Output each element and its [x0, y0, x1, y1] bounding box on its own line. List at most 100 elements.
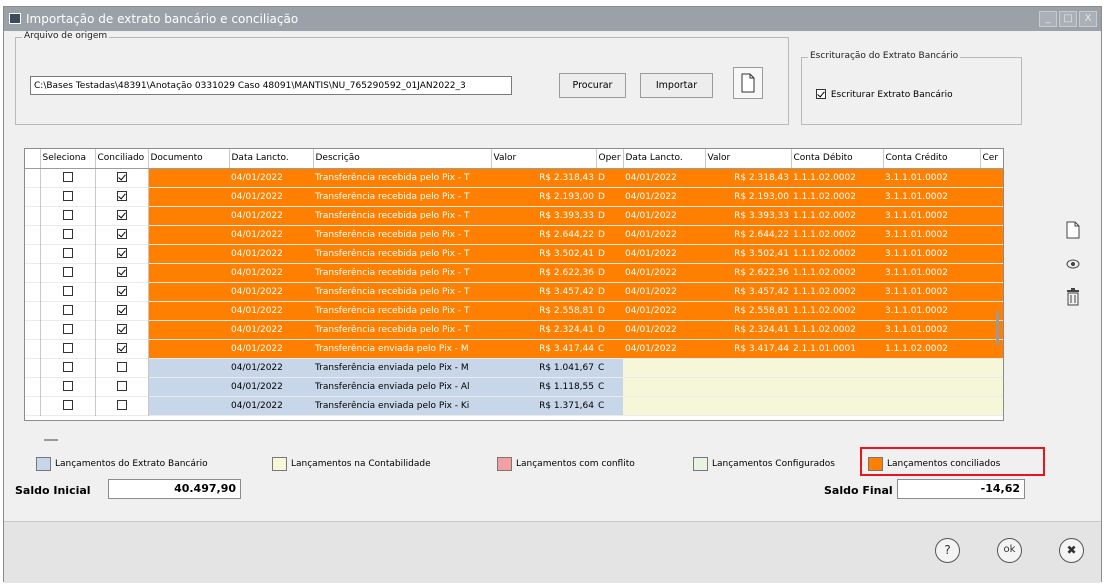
cancel-button[interactable]: ✖	[1059, 538, 1084, 563]
select-cell[interactable]	[40, 225, 96, 245]
conciliado-cell[interactable]	[95, 168, 149, 188]
column-header[interactable]: Cer	[980, 149, 1003, 169]
select-checkbox[interactable]	[62, 343, 73, 354]
column-header[interactable]: Valor	[705, 149, 792, 169]
table-row[interactable]: 04/01/2022 Transferência recebida pelo Pi…	[25, 225, 1003, 245]
select-cell[interactable]	[40, 168, 96, 188]
select-checkbox[interactable]	[62, 172, 73, 183]
conciliado-checkbox[interactable]	[116, 248, 127, 259]
row-indicator[interactable]	[25, 225, 41, 245]
column-header[interactable]: Conciliado	[95, 149, 149, 169]
escriturar-checkbox[interactable]	[816, 89, 826, 99]
row-indicator[interactable]	[25, 282, 41, 302]
select-cell[interactable]	[40, 320, 96, 340]
conciliado-cell[interactable]	[95, 320, 149, 340]
import-button[interactable]: Importar	[640, 73, 713, 98]
title-bar[interactable]: Importação de extrato bancário e concili…	[4, 7, 1101, 31]
table-row[interactable]: 04/01/2022 Transferência recebida pelo Pi…	[25, 301, 1003, 321]
conciliado-checkbox[interactable]	[116, 191, 127, 202]
conciliado-cell[interactable]	[95, 282, 149, 302]
select-cell[interactable]	[40, 301, 96, 321]
conciliado-cell[interactable]	[95, 263, 149, 283]
select-checkbox[interactable]	[62, 324, 73, 335]
select-checkbox[interactable]	[62, 191, 73, 202]
ok-button[interactable]: ok	[997, 538, 1022, 563]
new-icon[interactable]	[1066, 221, 1080, 239]
minimize-button[interactable]: _	[1039, 11, 1057, 27]
column-header[interactable]: Oper	[596, 149, 624, 169]
column-header[interactable]: Documento	[148, 149, 230, 169]
select-cell[interactable]	[40, 187, 96, 207]
select-cell[interactable]	[40, 339, 96, 359]
row-indicator[interactable]	[25, 339, 41, 359]
help-button[interactable]: ?	[935, 538, 960, 563]
conciliado-cell[interactable]	[95, 377, 149, 397]
conciliado-checkbox[interactable]	[116, 210, 127, 221]
select-checkbox[interactable]	[62, 305, 73, 316]
row-indicator[interactable]	[25, 320, 41, 340]
select-cell[interactable]	[40, 358, 96, 378]
select-checkbox[interactable]	[62, 248, 73, 259]
conciliado-checkbox[interactable]	[116, 362, 127, 373]
conciliado-cell[interactable]	[95, 358, 149, 378]
select-cell[interactable]	[40, 282, 96, 302]
conciliado-cell[interactable]	[95, 396, 149, 416]
table-row[interactable]: 04/01/2022 Transferência recebida pelo Pi…	[25, 263, 1003, 283]
trash-icon[interactable]	[1066, 288, 1080, 306]
select-checkbox[interactable]	[62, 381, 73, 392]
table-row[interactable]: 04/01/2022 Transferência enviada pelo Pix…	[25, 339, 1003, 359]
select-cell[interactable]	[40, 377, 96, 397]
select-checkbox[interactable]	[62, 362, 73, 373]
row-indicator[interactable]	[25, 187, 41, 207]
column-header[interactable]: Conta Débito	[791, 149, 884, 169]
table-row[interactable]: 04/01/2022 Transferência enviada pelo Pix…	[25, 358, 1003, 378]
conciliado-checkbox[interactable]	[116, 172, 127, 183]
select-checkbox[interactable]	[62, 400, 73, 411]
new-document-button[interactable]	[733, 67, 763, 99]
row-indicator[interactable]	[25, 301, 41, 321]
conciliado-cell[interactable]	[95, 244, 149, 264]
select-checkbox[interactable]	[62, 229, 73, 240]
conciliado-checkbox[interactable]	[116, 400, 127, 411]
escriturar-option[interactable]: Escriturar Extrato Bancário	[816, 89, 953, 100]
column-header[interactable]: Descrição	[313, 149, 492, 169]
row-indicator[interactable]	[25, 377, 41, 397]
vertical-scrollbar-thumb[interactable]	[996, 311, 999, 345]
conciliado-checkbox[interactable]	[116, 343, 127, 354]
select-cell[interactable]	[40, 263, 96, 283]
row-indicator[interactable]	[25, 244, 41, 264]
table-row[interactable]: 04/01/2022 Transferência recebida pelo Pi…	[25, 244, 1003, 264]
row-indicator[interactable]	[25, 206, 41, 226]
table-row[interactable]: 04/01/2022 Transferência recebida pelo Pi…	[25, 282, 1003, 302]
conciliado-cell[interactable]	[95, 225, 149, 245]
column-header[interactable]: Conta Crédito	[883, 149, 981, 169]
select-cell[interactable]	[40, 244, 96, 264]
table-row[interactable]: 04/01/2022 Transferência recebida pelo Pi…	[25, 320, 1003, 340]
row-indicator[interactable]	[25, 358, 41, 378]
conciliado-cell[interactable]	[95, 301, 149, 321]
conciliado-cell[interactable]	[95, 187, 149, 207]
select-checkbox[interactable]	[62, 286, 73, 297]
column-header[interactable]: Data Lancto.	[229, 149, 314, 169]
conciliado-checkbox[interactable]	[116, 324, 127, 335]
row-indicator[interactable]	[25, 396, 41, 416]
column-header[interactable]: Valor	[491, 149, 597, 169]
row-indicator[interactable]	[25, 263, 41, 283]
select-cell[interactable]	[40, 206, 96, 226]
search-button[interactable]: Procurar	[559, 73, 626, 98]
row-indicator[interactable]: ▶	[25, 168, 41, 188]
conciliado-checkbox[interactable]	[116, 267, 127, 278]
table-row[interactable]: 04/01/2022 Transferência enviada pelo Pix…	[25, 396, 1003, 416]
table-row[interactable]: 04/01/2022 Transferência enviada pelo Pix…	[25, 377, 1003, 397]
table-row[interactable]: 04/01/2022 Transferência recebida pelo Pi…	[25, 187, 1003, 207]
conciliado-checkbox[interactable]	[116, 229, 127, 240]
reconciliation-grid[interactable]: Seleciona Conciliado Documento Data Lancto.…	[24, 148, 1004, 421]
column-header[interactable]: Data Lancto.	[623, 149, 706, 169]
conciliado-cell[interactable]	[95, 206, 149, 226]
horizontal-scrollbar-thumb[interactable]	[44, 439, 58, 441]
select-cell[interactable]	[40, 396, 96, 416]
view-icon[interactable]	[1066, 257, 1080, 275]
maximize-button[interactable]: □	[1059, 11, 1077, 27]
file-path-input[interactable]	[30, 76, 512, 95]
close-button[interactable]: X	[1079, 11, 1097, 27]
